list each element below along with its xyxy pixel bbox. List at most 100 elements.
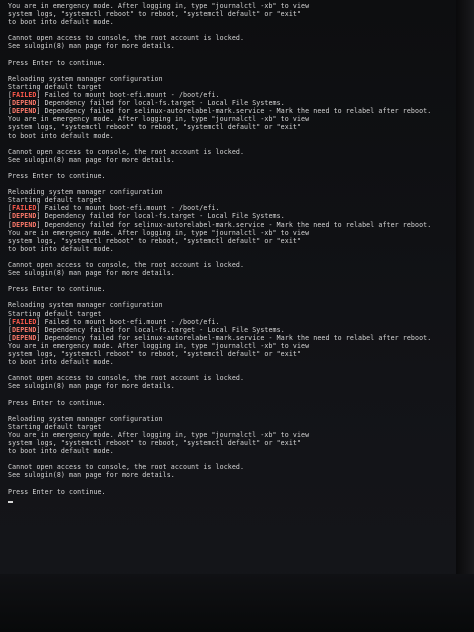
console-text: See sulogin(8) man page for more details… bbox=[8, 471, 175, 480]
console-line: Press Enter to continue. bbox=[8, 399, 454, 407]
console-text: See sulogin(8) man page for more details… bbox=[8, 382, 175, 391]
console-text: Failed to mount boot-efi.mount - /boot/e… bbox=[40, 204, 220, 213]
console-line: to boot into default mode. bbox=[8, 245, 454, 253]
console-status-line: [FAILED] Failed to mount boot-efi.mount … bbox=[8, 204, 454, 212]
console-line: You are in emergency mode. After logging… bbox=[8, 229, 454, 237]
console-text: Dependency failed for selinux-autorelabe… bbox=[40, 220, 432, 229]
console-line: Reloading system manager configuration bbox=[8, 75, 454, 83]
console-text: Dependency failed for local-fs.target - … bbox=[40, 325, 285, 334]
console-text: Press Enter to continue. bbox=[8, 171, 106, 180]
console-text: Press Enter to continue. bbox=[8, 487, 106, 496]
console-text: to boot into default mode. bbox=[8, 244, 114, 253]
console-text: Dependency failed for local-fs.target - … bbox=[40, 99, 285, 108]
console-text: See sulogin(8) man page for more details… bbox=[8, 42, 175, 51]
console-text: Dependency failed for local-fs.target - … bbox=[40, 212, 285, 221]
console-status-line: [DEPEND] Dependency failed for local-fs.… bbox=[8, 326, 454, 334]
console-line: Cannot open access to console, the root … bbox=[8, 148, 454, 156]
console-line: Press Enter to continue. bbox=[8, 285, 454, 293]
status-tag-failed: FAILED bbox=[12, 204, 37, 213]
console-line: Cannot open access to console, the root … bbox=[8, 463, 454, 471]
console-line: Starting default target bbox=[8, 310, 454, 318]
console-line: You are in emergency mode. After logging… bbox=[8, 342, 454, 350]
console-text: Cannot open access to console, the root … bbox=[8, 374, 245, 383]
console-line: system logs, "systemctl reboot" to reboo… bbox=[8, 439, 454, 447]
console-status-line: [DEPEND] Dependency failed for selinux-a… bbox=[8, 334, 454, 342]
console-line: to boot into default mode. bbox=[8, 18, 454, 26]
console-text: system logs, "systemctl reboot" to reboo… bbox=[8, 236, 302, 245]
console-status-line: [DEPEND] Dependency failed for selinux-a… bbox=[8, 107, 454, 115]
console-line: You are in emergency mode. After logging… bbox=[8, 2, 454, 10]
console-line: You are in emergency mode. After logging… bbox=[8, 431, 454, 439]
console-text: system logs, "systemctl reboot" to reboo… bbox=[8, 10, 302, 19]
console-text: Reloading system manager configuration bbox=[8, 188, 163, 197]
console-line: See sulogin(8) man page for more details… bbox=[8, 42, 454, 50]
console-text: to boot into default mode. bbox=[8, 358, 114, 367]
monitor-bezel-bottom bbox=[0, 574, 474, 632]
console-line: system logs, "systemctl reboot" to reboo… bbox=[8, 237, 454, 245]
console-line: Cannot open access to console, the root … bbox=[8, 261, 454, 269]
console-text: Reloading system manager configuration bbox=[8, 414, 163, 423]
console-line: Reloading system manager configuration bbox=[8, 301, 454, 309]
console-line: See sulogin(8) man page for more details… bbox=[8, 382, 454, 390]
console-line: to boot into default mode. bbox=[8, 358, 454, 366]
console-line: system logs, "systemctl reboot" to reboo… bbox=[8, 10, 454, 18]
console-text: Cannot open access to console, the root … bbox=[8, 147, 245, 156]
console-status-line: [FAILED] Failed to mount boot-efi.mount … bbox=[8, 91, 454, 99]
status-tag-failed: FAILED bbox=[12, 317, 37, 326]
console-text: Dependency failed for selinux-autorelabe… bbox=[40, 333, 432, 342]
cursor-line bbox=[8, 496, 454, 504]
console-text: See sulogin(8) man page for more details… bbox=[8, 269, 175, 278]
console-line: to boot into default mode. bbox=[8, 447, 454, 455]
console-text: Press Enter to continue. bbox=[8, 285, 106, 294]
console-line: Starting default target bbox=[8, 423, 454, 431]
console-text: Press Enter to continue. bbox=[8, 398, 106, 407]
console-status-line: [FAILED] Failed to mount boot-efi.mount … bbox=[8, 318, 454, 326]
console-text: You are in emergency mode. After logging… bbox=[8, 115, 310, 124]
status-tag-depend: DEPEND bbox=[12, 212, 37, 221]
console-text: You are in emergency mode. After logging… bbox=[8, 341, 310, 350]
console-text: You are in emergency mode. After logging… bbox=[8, 2, 310, 10]
console-text: Dependency failed for selinux-autorelabe… bbox=[40, 107, 432, 116]
console-text: Press Enter to continue. bbox=[8, 58, 106, 67]
console-text: Failed to mount boot-efi.mount - /boot/e… bbox=[40, 317, 220, 326]
status-tag-depend: DEPEND bbox=[12, 333, 37, 342]
console-line: Reloading system manager configuration bbox=[8, 188, 454, 196]
console-line: Cannot open access to console, the root … bbox=[8, 34, 454, 42]
console-line: to boot into default mode. bbox=[8, 132, 454, 140]
console-text: to boot into default mode. bbox=[8, 447, 114, 456]
tty-console[interactable]: You are in emergency mode. After logging… bbox=[8, 2, 454, 504]
console-text: Cannot open access to console, the root … bbox=[8, 34, 245, 43]
console-text: You are in emergency mode. After logging… bbox=[8, 430, 310, 439]
console-text: Reloading system manager configuration bbox=[8, 301, 163, 310]
console-line: Reloading system manager configuration bbox=[8, 415, 454, 423]
console-line: Press Enter to continue. bbox=[8, 488, 454, 496]
console-line: See sulogin(8) man page for more details… bbox=[8, 156, 454, 164]
console-status-line: [DEPEND] Dependency failed for selinux-a… bbox=[8, 221, 454, 229]
console-text: Starting default target bbox=[8, 196, 102, 205]
console-line: Starting default target bbox=[8, 83, 454, 91]
console-line: You are in emergency mode. After logging… bbox=[8, 115, 454, 123]
console-line: system logs, "systemctl reboot" to reboo… bbox=[8, 350, 454, 358]
console-text: Cannot open access to console, the root … bbox=[8, 261, 245, 269]
console-text: Starting default target bbox=[8, 309, 102, 318]
console-status-line: [DEPEND] Dependency failed for local-fs.… bbox=[8, 99, 454, 107]
console-status-line: [DEPEND] Dependency failed for local-fs.… bbox=[8, 212, 454, 220]
console-text: See sulogin(8) man page for more details… bbox=[8, 155, 175, 164]
status-tag-depend: DEPEND bbox=[12, 325, 37, 334]
monitor-bezel-right bbox=[456, 0, 474, 632]
console-line: Cannot open access to console, the root … bbox=[8, 374, 454, 382]
console-line: See sulogin(8) man page for more details… bbox=[8, 269, 454, 277]
status-tag-depend: DEPEND bbox=[12, 99, 37, 108]
